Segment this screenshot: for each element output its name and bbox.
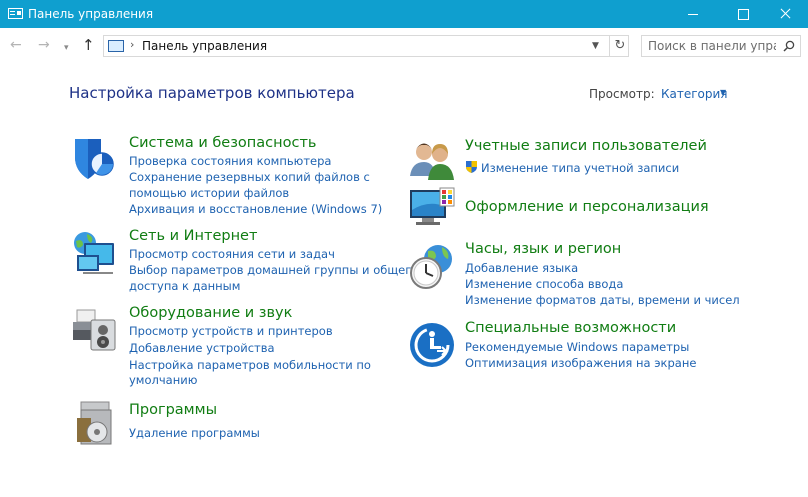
address-bar[interactable]: › Панель управления ▼ ↻ — [103, 35, 629, 57]
link-file-history-backup[interactable]: Сохранение резервных копий файлов с — [129, 170, 370, 184]
network-globe-icon[interactable] — [71, 229, 119, 277]
link-homegroup-sharing-cont[interactable]: доступа к данным — [129, 279, 240, 293]
link-change-account-type[interactable]: Изменение типа учетной записи — [481, 161, 679, 175]
category-user-accounts[interactable]: Учетные записи пользователей — [465, 138, 707, 154]
category-clock-language-region[interactable]: Часы, язык и регион — [465, 241, 621, 257]
link-check-computer-status[interactable]: Проверка состояния компьютера — [129, 154, 331, 168]
category-appearance-personalization[interactable]: Оформление и персонализация — [465, 199, 709, 215]
link-change-date-formats[interactable]: Изменение форматов даты, времени и чисел — [465, 293, 740, 307]
title-bar[interactable]: Панель управления — [0, 0, 808, 28]
breadcrumb[interactable]: Панель управления — [142, 39, 267, 53]
category-system-security[interactable]: Система и безопасность — [129, 135, 316, 151]
search-icon[interactable] — [783, 40, 795, 52]
category-hardware-sound[interactable]: Оборудование и звук — [129, 305, 292, 321]
shield-icon[interactable] — [71, 135, 119, 183]
category-ease-of-access[interactable]: Специальные возможности — [465, 320, 676, 336]
display-palette-icon[interactable] — [408, 184, 456, 232]
link-backup-restore-win7[interactable]: Архивация и восстановление (Windows 7) — [129, 202, 382, 216]
users-icon[interactable] — [408, 136, 456, 184]
window-title: Панель управления — [28, 7, 154, 21]
link-network-status[interactable]: Просмотр состояния сети и задач — [129, 247, 335, 261]
close-button[interactable] — [762, 0, 808, 28]
control-panel-icon — [108, 40, 124, 52]
page-title: Настройка параметров компьютера — [69, 84, 355, 102]
view-by-label: Просмотр: — [589, 87, 655, 101]
clock-globe-icon[interactable] — [408, 243, 456, 291]
back-arrow-icon[interactable]: ← — [10, 37, 22, 53]
address-dropdown-icon[interactable]: ▼ — [592, 41, 599, 51]
category-network-internet[interactable]: Сеть и Интернет — [129, 228, 257, 244]
view-by-dropdown[interactable]: Категория — [661, 87, 728, 101]
control-panel-icon — [8, 8, 23, 19]
breadcrumb-chevron-icon[interactable]: › — [130, 38, 134, 51]
accessibility-icon[interactable] — [408, 321, 456, 369]
navigation-bar: ← → ▾ ↑ › Панель управления ▼ ↻ Поиск в … — [0, 28, 808, 64]
link-devices-printers[interactable]: Просмотр устройств и принтеров — [129, 324, 333, 338]
link-recommended-settings[interactable]: Рекомендуемые Windows параметры — [465, 340, 689, 354]
recent-locations-chevron-icon[interactable]: ▾ — [64, 40, 69, 56]
programs-disk-icon[interactable] — [71, 400, 119, 448]
link-add-device[interactable]: Добавление устройства — [129, 341, 275, 355]
uac-shield-icon — [466, 161, 477, 173]
link-mobility-settings[interactable]: Настройка параметров мобильности по — [129, 358, 371, 372]
up-arrow-icon[interactable]: ↑ — [82, 37, 95, 53]
forward-arrow-icon[interactable]: → — [38, 37, 50, 53]
minimize-button[interactable] — [670, 0, 716, 28]
link-homegroup-sharing[interactable]: Выбор параметров домашней группы и общег… — [129, 263, 418, 277]
link-uninstall-program[interactable]: Удаление программы — [129, 426, 260, 440]
maximize-button[interactable] — [720, 0, 766, 28]
search-placeholder: Поиск в панели упра... — [648, 39, 776, 53]
link-file-history-backup-cont[interactable]: помощью истории файлов — [129, 186, 289, 200]
search-input[interactable]: Поиск в панели упра... — [641, 35, 801, 57]
link-mobility-settings-cont[interactable]: умолчанию — [129, 373, 197, 387]
refresh-icon[interactable]: ↻ — [609, 36, 630, 56]
printer-icon[interactable] — [71, 306, 119, 354]
chevron-down-icon[interactable]: ▼ — [720, 88, 726, 97]
category-programs[interactable]: Программы — [129, 402, 217, 418]
link-optimize-display[interactable]: Оптимизация изображения на экране — [465, 356, 696, 370]
link-add-language[interactable]: Добавление языка — [465, 261, 578, 275]
link-change-input-method[interactable]: Изменение способа ввода — [465, 277, 623, 291]
